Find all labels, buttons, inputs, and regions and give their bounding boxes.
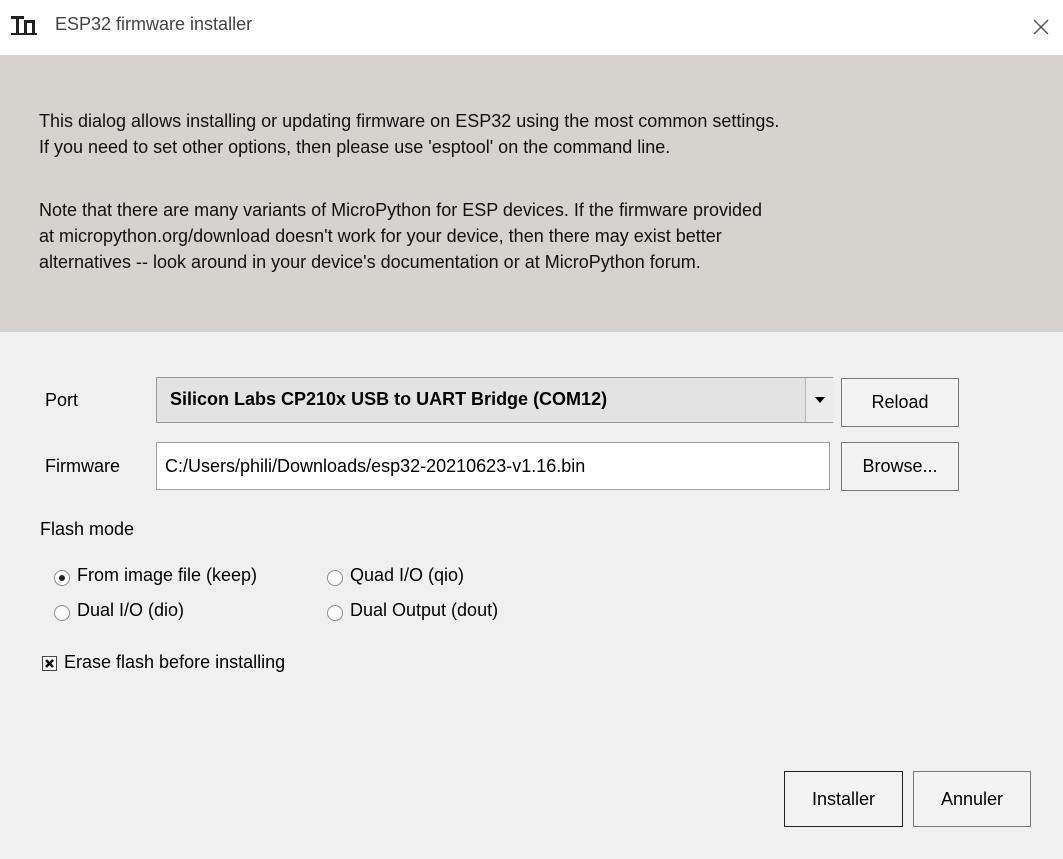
radio-dio[interactable] (54, 605, 70, 621)
info-paragraph-variants: Note that there are many variants of Mic… (39, 200, 762, 272)
erase-flash-checkbox[interactable] (42, 656, 57, 671)
flash-mode-label: Flash mode (40, 519, 135, 539)
checkmark-x-icon (45, 659, 54, 668)
cancel-button[interactable]: Annuler (913, 771, 1031, 827)
reload-button[interactable]: Reload (841, 378, 959, 427)
port-selected-value: Silicon Labs CP210x USB to UART Bridge (… (170, 389, 608, 409)
port-select[interactable]: Silicon Labs CP210x USB to UART Bridge (… (156, 377, 834, 423)
erase-flash-label: Erase flash before installing (64, 652, 286, 672)
info-paragraph-settings: This dialog allows installing or updatin… (39, 111, 780, 157)
firmware-path-input[interactable]: C:/Users/phili/Downloads/esp32-20210623-… (156, 442, 830, 490)
dropdown-arrow-icon[interactable] (805, 378, 834, 422)
firmware-label: Firmware (45, 456, 120, 476)
thonny-logo-icon (10, 14, 40, 36)
radio-dout-label: Dual Output (dout) (350, 600, 499, 620)
close-icon[interactable] (1026, 12, 1056, 42)
window-title: ESP32 firmware installer (55, 14, 253, 34)
firmware-path-value: C:/Users/phili/Downloads/esp32-20210623-… (165, 456, 586, 476)
port-label: Port (45, 390, 79, 410)
radio-keep[interactable] (54, 570, 70, 586)
title-bar: ESP32 firmware installer (0, 0, 1063, 55)
radio-qio[interactable] (327, 570, 343, 586)
browse-button[interactable]: Browse... (841, 442, 959, 491)
radio-qio-label: Quad I/O (qio) (350, 565, 465, 585)
install-button[interactable]: Installer (784, 771, 903, 827)
info-panel: This dialog allows installing or updatin… (0, 55, 1063, 332)
radio-selected-dot (59, 575, 65, 581)
radio-dout[interactable] (327, 605, 343, 621)
radio-keep-label: From image file (keep) (77, 565, 258, 585)
radio-dio-label: Dual I/O (dio) (77, 600, 185, 620)
